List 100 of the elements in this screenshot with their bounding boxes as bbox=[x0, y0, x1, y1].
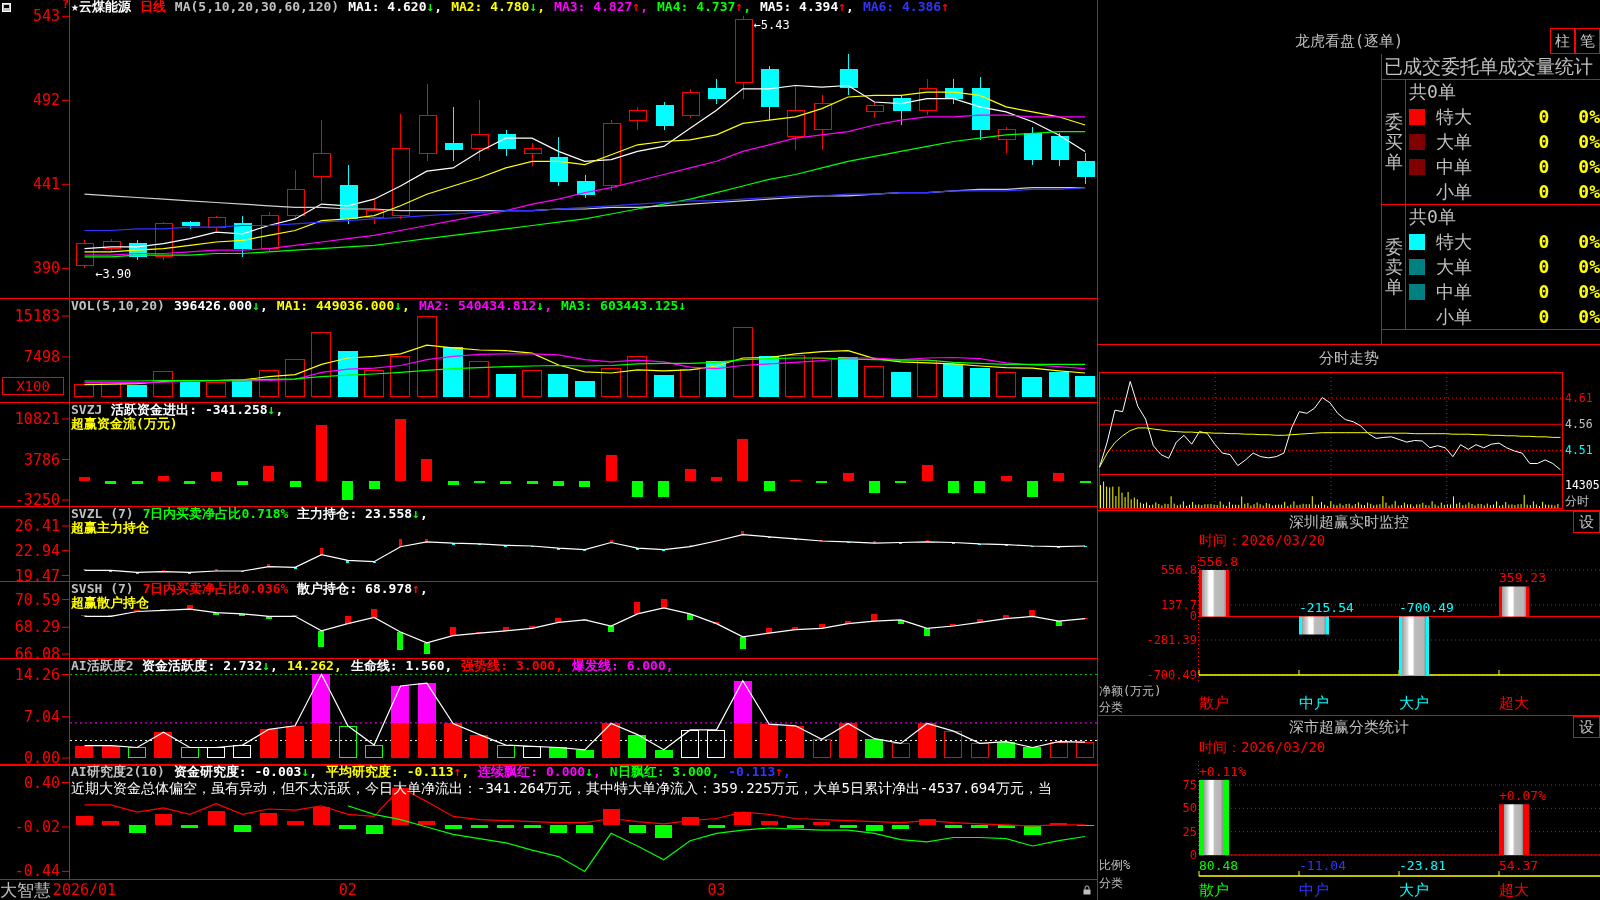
axis-label: -0.02 bbox=[14, 817, 60, 836]
value-label: -215.54 bbox=[1299, 600, 1354, 616]
axis-label: 50 bbox=[1182, 801, 1197, 816]
value-label: -700.49 bbox=[1399, 600, 1454, 616]
order-count: 0 bbox=[1537, 306, 1551, 327]
price-note: ←5.43 bbox=[753, 18, 790, 33]
axis-label: 4.56 bbox=[1565, 417, 1593, 432]
panel-title: 分时走势 bbox=[1319, 349, 1379, 367]
legend-text: 日线 bbox=[139, 0, 166, 14]
legend-text: 爆发线: 6.000, bbox=[572, 659, 674, 673]
axis-label: 0.00 bbox=[23, 749, 60, 764]
axis-label: 68.29 bbox=[14, 618, 60, 637]
order-count: 0 bbox=[1537, 131, 1551, 152]
legend-text: N日飘红: 3.000, bbox=[609, 765, 720, 779]
axis-label: 3786 bbox=[23, 450, 60, 469]
legend-text: SVZL (7) bbox=[71, 507, 134, 521]
order-count: 0 bbox=[1537, 181, 1551, 202]
legend-text: 14.262, bbox=[286, 659, 342, 673]
table-title: 已成交委托单成交量统计 bbox=[1382, 54, 1600, 80]
axis-title: 分类 bbox=[1099, 700, 1123, 714]
time-label: 时间：2026/03/20 bbox=[1199, 739, 1326, 755]
axis-label: 0 bbox=[1189, 609, 1197, 624]
axis-title: 比例% bbox=[1099, 858, 1131, 872]
panel-title: 深圳超赢实时监控 bbox=[1288, 512, 1410, 532]
category-label: 大户 bbox=[1399, 694, 1429, 712]
axis-label: 0.40 bbox=[23, 773, 60, 792]
legend-text: -0.113↑, bbox=[728, 765, 791, 779]
axis-label: 7498 bbox=[23, 348, 60, 366]
order-percent: 0% bbox=[1577, 306, 1600, 327]
change-label: +0.07% bbox=[1499, 788, 1546, 804]
value-label: 54.37 bbox=[1499, 857, 1539, 873]
axis-title: 分类 bbox=[1099, 876, 1123, 890]
legend-text: VOL(5,10,20) bbox=[71, 299, 165, 313]
order-count: 0 bbox=[1537, 106, 1551, 127]
axis-label: 75 bbox=[1182, 778, 1197, 792]
category-label: 中户 bbox=[1299, 694, 1329, 712]
order-size-label: 特大 bbox=[1436, 104, 1473, 129]
order-count: 0 bbox=[1537, 256, 1551, 277]
category-label: 中户 bbox=[1299, 881, 1329, 899]
axis-label: 4.51 bbox=[1565, 443, 1593, 458]
order-percent: 0% bbox=[1577, 106, 1600, 127]
legend-text: 7日内买卖净占比0.718% bbox=[142, 507, 289, 521]
axis-label: -700.49 bbox=[1146, 668, 1197, 682]
total-count: 共0单 bbox=[1409, 81, 1456, 102]
legend-text: MA2: 540434.812↓, bbox=[418, 299, 552, 313]
time-label: 时间：2026/03/20 bbox=[1199, 532, 1326, 548]
legend-text: SVSH (7) bbox=[71, 582, 134, 596]
date-label: 2026/01 bbox=[52, 880, 117, 900]
legend-text: 7日内买卖净占比0.036% bbox=[142, 582, 289, 596]
legend-text: 散户持仓: 68.978↑, bbox=[297, 582, 428, 596]
category-label: 大户 bbox=[1399, 881, 1429, 899]
order-percent: 0% bbox=[1577, 281, 1600, 302]
order-size-label: 特大 bbox=[1436, 229, 1473, 254]
order-percent: 0% bbox=[1577, 231, 1600, 252]
period-label: 分时 bbox=[1565, 494, 1589, 508]
order-count: 0 bbox=[1537, 281, 1551, 302]
category-label: 超大 bbox=[1499, 694, 1529, 712]
price-note: ←3.90 bbox=[95, 267, 132, 282]
legend-text: 资金研究度: -0.003↓, bbox=[173, 765, 318, 779]
legend-text: 连续飘红: 0.000↓, bbox=[478, 765, 601, 779]
order-percent: 0% bbox=[1577, 131, 1600, 152]
category-label: 散户 bbox=[1199, 881, 1229, 899]
axis-label: 441 bbox=[32, 175, 60, 194]
value-label: 80.48 bbox=[1199, 857, 1239, 873]
order-count: 0 bbox=[1537, 156, 1551, 177]
value-label: 359.23 bbox=[1499, 570, 1546, 586]
legend-text: MA3: 603443.125↓ bbox=[561, 299, 687, 313]
order-size-label: 小单 bbox=[1436, 304, 1473, 329]
legend-text: 资金活跃度: 2.732↓, bbox=[142, 659, 278, 673]
date-label: 02 bbox=[338, 880, 357, 900]
axis-label: 137.7 bbox=[1160, 598, 1197, 612]
order-count: 0 bbox=[1537, 231, 1551, 252]
order-percent: 0% bbox=[1577, 181, 1600, 202]
legend-text: MA5: 4.394↑, bbox=[759, 0, 854, 14]
category-label: 超大 bbox=[1499, 881, 1529, 899]
axis-label: -0.44 bbox=[14, 862, 60, 879]
legend-text: 超赢散户持仓 bbox=[71, 596, 149, 609]
panel-title: 龙虎看盘(逐单) bbox=[1293, 31, 1405, 51]
change-label: +0.11% bbox=[1199, 763, 1246, 779]
legend-text: 超赢资金流(万元) bbox=[71, 417, 178, 430]
order-size-label: 大单 bbox=[1436, 129, 1473, 154]
value-label: -11.04 bbox=[1299, 857, 1346, 873]
category-label: 散户 bbox=[1199, 694, 1229, 712]
axis-label: 543 bbox=[32, 7, 60, 26]
unit-label: X100 bbox=[2, 377, 64, 395]
legend-text: MA(5,10,20,30,60,120) bbox=[174, 0, 340, 14]
order-size-label: 中单 bbox=[1436, 154, 1473, 179]
legend-text: AI活跃度2 bbox=[71, 659, 134, 673]
axis-label: 0 bbox=[1189, 848, 1197, 862]
axis-label: 14.26 bbox=[14, 665, 60, 684]
group-label: 委卖单 bbox=[1384, 237, 1403, 297]
legend-text: MA3: 4.827↑, bbox=[554, 0, 648, 14]
legend-text: MA4: 4.737↑, bbox=[657, 0, 751, 14]
axis-label: 556.8 bbox=[1160, 563, 1197, 577]
order-size-label: 中单 bbox=[1436, 279, 1473, 304]
order-percent: 0% bbox=[1577, 256, 1600, 277]
axis-label: 15183 bbox=[14, 307, 60, 325]
value-label: -23.81 bbox=[1399, 857, 1446, 873]
legend-text: 平均研究度: -0.113↑, bbox=[326, 765, 470, 779]
legend-text: MA2: 4.780↓, bbox=[451, 0, 546, 14]
